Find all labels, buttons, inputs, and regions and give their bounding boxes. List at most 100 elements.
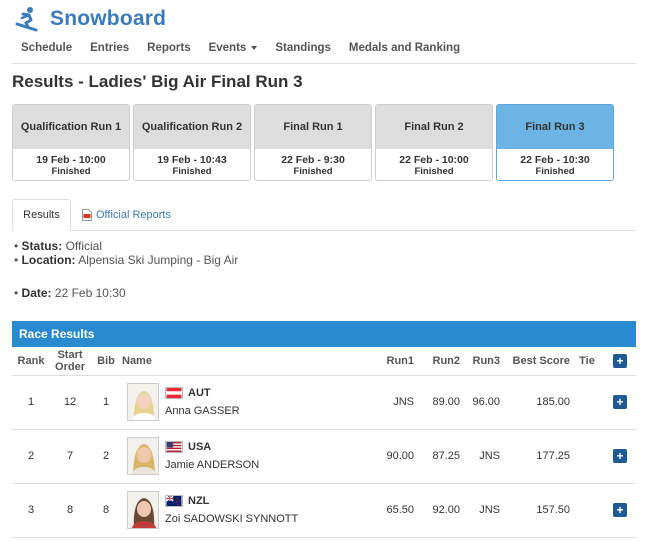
expand-cell: + — [604, 483, 636, 538]
expand-cell: + — [604, 429, 636, 484]
tab-official-reports-label: Official Reports — [96, 209, 171, 221]
run-date: 22 Feb - 10:00 — [399, 154, 469, 166]
athlete-photo[interactable] — [127, 491, 159, 529]
pdf-icon — [82, 209, 92, 221]
run-card-qualification-1[interactable]: Qualification Run 1 19 Feb - 10:00 Finish… — [12, 104, 130, 181]
new-zealand-flag-icon — [165, 495, 183, 507]
run2-cell: 89.00 — [414, 375, 460, 430]
run1-cell: 90.00 — [372, 429, 414, 484]
nav-label: Entries — [90, 42, 130, 54]
country-code: USA — [188, 441, 212, 453]
athlete-name[interactable]: Zoi SADOWSKI SYNNOTT — [165, 513, 298, 525]
rank-cell: 1 — [12, 375, 50, 430]
col-expand: + — [604, 347, 636, 376]
location-label: Location: — [21, 253, 76, 267]
main-nav: Schedule Entries Reports Events Standing… — [12, 36, 636, 64]
nav-medals-ranking[interactable]: Medals and Ranking — [340, 36, 469, 63]
athlete-name[interactable]: Anna GASSER — [165, 405, 240, 417]
table-row: 3 8 8 NZL Zoi SADOWSKI SYNNOTT 65.50 92.… — [12, 483, 636, 538]
col-best-score: Best Score — [500, 347, 570, 376]
bib-cell: 1 — [90, 375, 122, 430]
nav-entries[interactable]: Entries — [81, 36, 138, 63]
race-results-panel: Race Results Rank Start Order Bib Name R… — [12, 321, 636, 541]
table-row: 2 7 2 USA Jamie ANDERSON 90.00 87.25 JNS… — [12, 429, 636, 484]
location-value: Alpensia Ski Jumping - Big Air — [78, 253, 239, 267]
nav-label: Events — [208, 42, 247, 54]
run-card-final-2[interactable]: Final Run 2 22 Feb - 10:00 Finished — [375, 104, 493, 181]
tab-results[interactable]: Results — [12, 199, 71, 231]
col-start-order: Start Order — [50, 347, 90, 376]
usa-flag-icon — [165, 441, 183, 453]
tab-official-reports[interactable]: Official Reports — [82, 199, 171, 231]
col-name: Name — [122, 347, 372, 376]
nav-reports[interactable]: Reports — [138, 36, 199, 63]
bib-cell: 8 — [90, 483, 122, 538]
run-date: 22 Feb - 10:30 — [520, 154, 590, 166]
tie-cell — [570, 375, 604, 430]
run-status: Finished — [293, 166, 333, 177]
nav-standings[interactable]: Standings — [266, 36, 340, 63]
run-date: 19 Feb - 10:00 — [36, 154, 106, 166]
info-date: • Date: 22 Feb 10:30 — [14, 286, 126, 300]
athlete-photo[interactable] — [127, 437, 159, 475]
athlete-cell: AUT Anna GASSER — [122, 375, 372, 430]
run-status: Finished — [51, 166, 91, 177]
app-header: Snowboard — [12, 4, 166, 34]
tie-cell — [570, 429, 604, 484]
result-tabs: Results Official Reports — [12, 199, 636, 231]
run-selector: Qualification Run 1 19 Feb - 10:00 Finish… — [12, 104, 636, 182]
run-name: Qualification Run 2 — [134, 105, 250, 149]
run-name: Final Run 1 — [255, 105, 371, 149]
expand-row-button[interactable]: + — [613, 449, 627, 463]
results-table: Rank Start Order Bib Name Run1 Run2 Run3… — [12, 347, 636, 538]
run-card-qualification-2[interactable]: Qualification Run 2 19 Feb - 10:43 Finish… — [133, 104, 251, 181]
nav-events-dropdown[interactable]: Events — [200, 36, 267, 63]
run2-cell: 87.25 — [414, 429, 460, 484]
table-row: 1 12 1 AUT Anna GASSER JNS 89.00 96.00 1… — [12, 375, 636, 430]
bib-cell: 2 — [90, 429, 122, 484]
athlete-cell: NZL Zoi SADOWSKI SYNNOTT — [122, 483, 372, 538]
run-status: Finished — [535, 166, 575, 177]
caret-down-icon — [251, 45, 258, 50]
start-order-cell: 12 — [50, 375, 90, 430]
nav-label: Standings — [275, 42, 331, 54]
austria-flag-icon — [165, 387, 183, 399]
run-name: Qualification Run 1 — [13, 105, 129, 149]
run-card-final-1[interactable]: Final Run 1 22 Feb - 9:30 Finished — [254, 104, 372, 181]
col-run2: Run2 — [414, 347, 460, 376]
run2-cell: 92.00 — [414, 483, 460, 538]
col-run1: Run1 — [372, 347, 414, 376]
run-date: 19 Feb - 10:43 — [157, 154, 227, 166]
col-bib: Bib — [90, 347, 122, 376]
expand-row-button[interactable]: + — [613, 503, 627, 517]
athlete-photo[interactable] — [127, 383, 159, 421]
country-code: AUT — [188, 387, 211, 399]
race-results-title: Race Results — [12, 321, 636, 347]
col-tie: Tie — [570, 347, 604, 376]
run3-cell: JNS — [460, 483, 500, 538]
run-name: Final Run 3 — [497, 105, 613, 149]
athlete-name[interactable]: Jamie ANDERSON — [165, 459, 259, 471]
col-run3: Run3 — [460, 347, 500, 376]
run-status: Finished — [172, 166, 212, 177]
app-title[interactable]: Snowboard — [50, 7, 166, 31]
best-score-cell: 177.25 — [500, 429, 570, 484]
run1-cell: JNS — [372, 375, 414, 430]
expand-all-button[interactable]: + — [613, 353, 627, 368]
start-order-cell: 8 — [50, 483, 90, 538]
table-header-row: Rank Start Order Bib Name Run1 Run2 Run3… — [12, 347, 636, 376]
expand-row-button[interactable]: + — [613, 395, 627, 409]
run-name: Final Run 2 — [376, 105, 492, 149]
run-card-final-3[interactable]: Final Run 3 22 Feb - 10:30 Finished — [496, 104, 614, 181]
snowboarder-icon[interactable] — [14, 6, 40, 32]
status-label: Status: — [21, 239, 63, 253]
run-status: Finished — [414, 166, 454, 177]
nav-label: Reports — [147, 42, 191, 54]
nav-schedule[interactable]: Schedule — [12, 36, 81, 63]
info-location: • Location: Alpensia Ski Jumping - Big A… — [14, 253, 239, 267]
best-score-cell: 157.50 — [500, 483, 570, 538]
col-rank: Rank — [12, 347, 50, 376]
date-value: 22 Feb 10:30 — [54, 286, 126, 300]
page-title: Results - Ladies' Big Air Final Run 3 — [12, 72, 303, 91]
run3-cell: JNS — [460, 429, 500, 484]
